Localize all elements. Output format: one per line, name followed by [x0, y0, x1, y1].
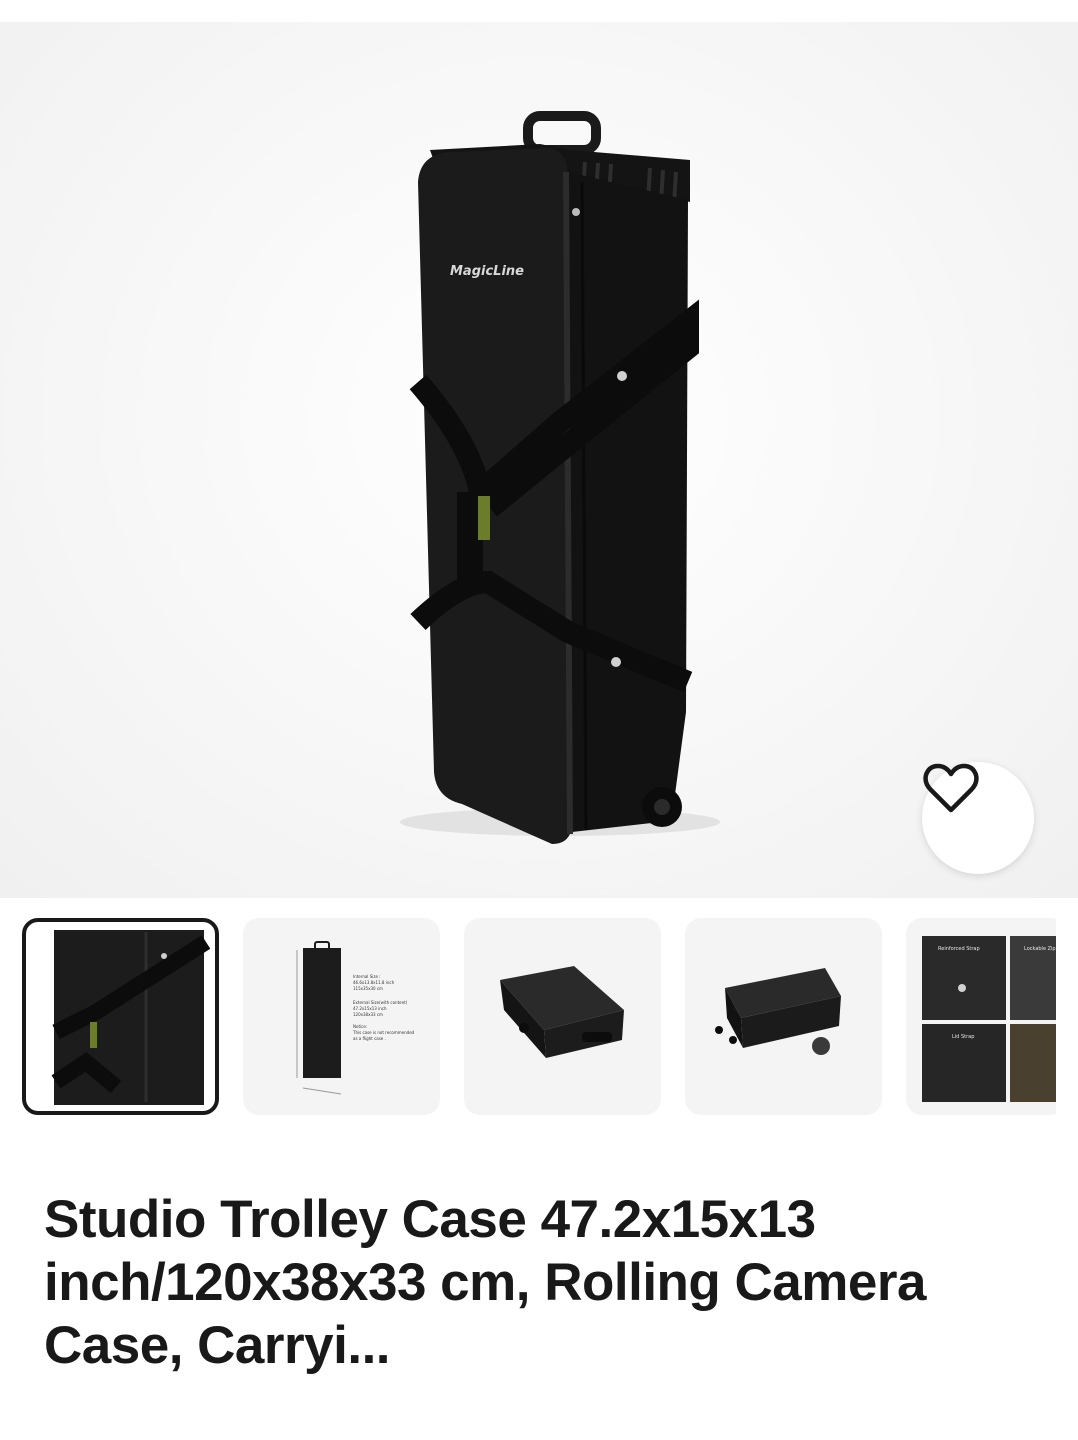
- dimension-label: 47.2x15x13 inch: [353, 1006, 387, 1011]
- product-page: MagicLine Internal Size: 46.6x13.8x11.8…: [0, 0, 1078, 1440]
- thumbnail-strip[interactable]: Internal Size : 46.6x13.8x11.8 inch 115x…: [0, 918, 1056, 1118]
- thumbnail-2[interactable]: Internal Size : 46.6x13.8x11.8 inch 115x…: [243, 918, 440, 1115]
- dimension-label: Notice:: [353, 1024, 367, 1029]
- detail-label: Lid Strap: [952, 1034, 974, 1040]
- hero-product-image[interactable]: MagicLine: [0, 22, 1078, 898]
- favorite-button[interactable]: [922, 762, 1034, 874]
- thumb-strap-closeup-image: [51, 930, 211, 1105]
- thumbnail-3[interactable]: [464, 918, 661, 1115]
- trolley-case-illustration: MagicLine: [400, 111, 720, 844]
- product-title: Studio Trolley Case 47.2x15x13 inch/120x…: [44, 1190, 927, 1375]
- dimension-label: External Size(with content): [353, 1000, 408, 1005]
- thumbnail-4[interactable]: [685, 918, 882, 1115]
- dimension-label: as a flight case .: [353, 1036, 386, 1041]
- brand-logo: MagicLine: [450, 264, 524, 279]
- detail-label: Lockable Zip: [1024, 946, 1056, 952]
- thumb-details-image: Reinforced Strap Lockable Zip Lid Strap: [922, 936, 1056, 1102]
- thumbnail-5[interactable]: Reinforced Strap Lockable Zip Lid Strap: [906, 918, 1056, 1115]
- dimension-label: 120x38x33 cm: [353, 1012, 383, 1017]
- dimension-label: This case is not recommended: [352, 1030, 415, 1035]
- dimension-label: Internal Size :: [353, 974, 381, 979]
- thumb-case-lying-image: [500, 966, 624, 1058]
- thumb-case-wheels-image: [715, 968, 841, 1055]
- thumb-dimensions-image: Internal Size : 46.6x13.8x11.8 inch 115x…: [296, 941, 415, 1095]
- detail-label: Reinforced Strap: [938, 946, 980, 952]
- thumbnail-1[interactable]: [22, 918, 219, 1115]
- heart-outline-icon: [923, 763, 979, 813]
- dimension-label: 46.6x13.8x11.8 inch: [353, 980, 395, 985]
- dimension-label: 115x35x30 cm: [353, 986, 383, 991]
